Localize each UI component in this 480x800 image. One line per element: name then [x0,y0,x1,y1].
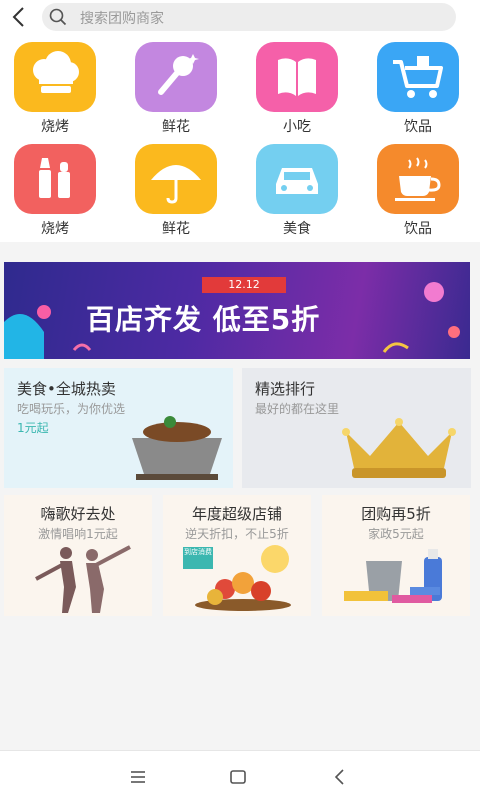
category-item-bbq[interactable]: 烧烤 [0,36,110,136]
banner-tag: 12.12 [202,277,286,293]
category-label: 美食 [283,221,311,237]
dancers-image [35,545,131,613]
promo-subtitle: 最好的都在这里 [255,402,340,416]
search-icon [49,8,67,26]
category-item-drinks-2[interactable]: 饮品 [363,138,473,238]
car-icon [256,144,338,214]
category-label: 鲜花 [162,119,190,135]
coffee-cup-icon [377,144,459,214]
menu-icon[interactable] [128,767,148,787]
promo-store-tile[interactable]: 年度超级店铺 逆天折扣，不止5折 到店消费 [163,495,311,616]
promo-price: 1元起 [17,421,49,435]
cleaning-supplies-image [344,549,442,603]
grilled-food-image [132,416,222,480]
search-input[interactable]: 搜索团购商家 [42,3,456,31]
promo-subtitle: 家政5元起 [368,527,424,541]
promo-title: 嗨歌好去处 [40,505,116,523]
search-placeholder: 搜索团购商家 [80,11,164,27]
promo-banner[interactable]: 12.12 百店齐发 低至5折 [4,262,470,359]
category-label: 烧烤 [41,221,69,237]
umbrella-icon [135,144,217,214]
promo-subtitle: 激情唱响1元起 [38,527,118,541]
promo-food-tile[interactable]: 美食•全城热卖 吃喝玩乐，为你优选 1元起 [4,368,233,488]
category-item-food[interactable]: 美食 [242,138,352,238]
category-item-bbq-2[interactable]: 烧烤 [0,138,110,238]
promo-karaoke-tile[interactable]: 嗨歌好去处 激情唱响1元起 [4,495,152,616]
book-icon [256,42,338,112]
chef-hat-icon [14,42,96,112]
home-icon[interactable] [228,767,248,787]
back-icon[interactable] [330,767,350,787]
promo-ranking-tile[interactable]: 精选排行 最好的都在这里 [242,368,471,488]
crown-image [342,418,456,478]
cosmetics-icon [14,144,96,214]
category-label: 鲜花 [162,221,190,237]
category-item-snacks[interactable]: 小吃 [242,36,352,136]
promo-title: 精选排行 [255,380,316,398]
promo-title: 年度超级店铺 [191,505,282,523]
category-item-flowers[interactable]: 鲜花 [121,36,231,136]
system-nav-bar [0,750,480,800]
category-label: 饮品 [404,221,432,237]
fruit-basket-image [195,545,291,611]
shopping-cart-icon [377,42,459,112]
back-arrow-icon[interactable] [8,4,30,30]
top-bar: 搜索团购商家 [0,0,480,36]
category-grid: 烧烤 鲜花 小吃 饮品 烧烤 鲜花 美食 饮品 [0,36,480,242]
banner-text: 百店齐发 低至5折 [86,303,321,336]
promo-title: 团购再5折 [361,505,431,523]
microphone-icon [135,42,217,112]
category-label: 烧烤 [41,119,69,135]
promo-subtitle: 吃喝玩乐，为你优选 [17,402,126,416]
promo-subtitle: 逆天折扣，不止5折 [185,527,289,541]
category-label: 饮品 [404,119,432,135]
promo-cleaning-tile[interactable]: 团购再5折 家政5元起 [322,495,470,616]
category-item-drinks[interactable]: 饮品 [363,36,473,136]
category-item-flowers-2[interactable]: 鲜花 [121,138,231,238]
promo-title: 美食•全城热卖 [17,380,116,398]
category-label: 小吃 [283,119,311,135]
